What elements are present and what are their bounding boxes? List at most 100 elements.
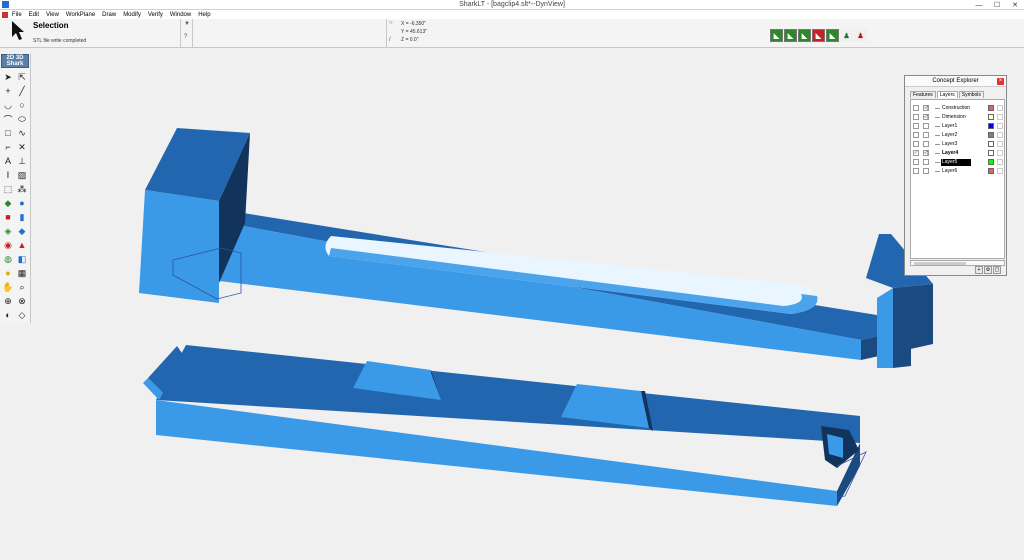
layer-row-layer4[interactable]: ✓ ◁ Layer4 xyxy=(911,149,1006,158)
layer-color-swatch[interactable] xyxy=(988,105,994,111)
pan-icon[interactable]: ✋ xyxy=(1,280,15,294)
curve-icon[interactable]: ⌒ xyxy=(1,112,15,126)
view-top-icon[interactable]: ◣ xyxy=(784,29,797,42)
orbit-icon[interactable]: ⊕ xyxy=(1,294,15,308)
layer-name[interactable]: Layer1 xyxy=(941,123,958,130)
menu-view[interactable]: View xyxy=(46,12,59,18)
surface-icon[interactable]: ◧ xyxy=(15,252,29,266)
menu-modify[interactable]: Modify xyxy=(123,12,141,18)
tab-layers[interactable]: Layers xyxy=(936,91,958,98)
layer-lock-checkbox[interactable]: ◁ xyxy=(923,150,929,156)
text-icon[interactable]: A xyxy=(1,154,15,168)
minimize-button[interactable]: — xyxy=(970,0,988,10)
layer-color-swatch[interactable] xyxy=(988,132,994,138)
box-select-icon[interactable]: ⬚ xyxy=(1,182,15,196)
layer-color-swatch[interactable] xyxy=(988,168,994,174)
layer-option-box[interactable] xyxy=(997,150,1003,156)
layer-visible-checkbox[interactable] xyxy=(913,159,919,165)
view-render-icon[interactable]: ◣ xyxy=(826,29,839,42)
layer-visible-checkbox[interactable] xyxy=(913,105,919,111)
menu-file[interactable]: File xyxy=(12,12,22,18)
layer-visible-checkbox[interactable] xyxy=(913,141,919,147)
filter-icon[interactable]: ▼ xyxy=(184,21,190,27)
layer-row-layer1[interactable]: Layer1 xyxy=(911,122,1006,131)
group-icon[interactable]: ⁂ xyxy=(15,182,29,196)
line-icon[interactable]: ╱ xyxy=(15,84,29,98)
circle-icon[interactable]: ○ xyxy=(15,98,29,112)
menu-edit[interactable]: Edit xyxy=(29,12,39,18)
view-front-icon[interactable]: ◣ xyxy=(770,29,783,42)
layer-row-dimension[interactable]: ◁ Dimension xyxy=(911,113,1006,122)
layer-option-box[interactable] xyxy=(997,114,1003,120)
layer-row-layer2[interactable]: Layer2 xyxy=(911,131,1006,140)
sweep-icon[interactable]: ◆ xyxy=(15,224,29,238)
cylinder-icon[interactable]: ▮ xyxy=(15,210,29,224)
menu-verify[interactable]: Verify xyxy=(148,12,163,18)
shark-mode-toggle[interactable]: 2D 3D Shark xyxy=(1,54,29,68)
layer-visible-checkbox[interactable] xyxy=(913,123,919,129)
close-icon[interactable]: × xyxy=(997,78,1004,85)
hatch-icon[interactable]: ▨ xyxy=(15,168,29,182)
zoom-icon[interactable]: ⌕ xyxy=(15,280,29,294)
snap-circle-icon[interactable]: ○ xyxy=(389,20,393,26)
trim-icon[interactable]: ✕ xyxy=(15,140,29,154)
close-button[interactable]: ✕ xyxy=(1006,0,1024,10)
help-query-icon[interactable]: ? xyxy=(184,34,187,40)
delete-layer-icon[interactable]: ▢ xyxy=(993,266,1001,274)
rotate-view-icon[interactable]: ⊗ xyxy=(15,294,29,308)
arc-icon[interactable]: ◡ xyxy=(1,98,15,112)
revolve-icon[interactable]: ◈ xyxy=(1,224,15,238)
render-shade-icon[interactable]: ◐ xyxy=(1,308,15,322)
loft-icon[interactable]: ◉ xyxy=(1,238,15,252)
layer-color-swatch[interactable] xyxy=(988,150,994,156)
model-scene[interactable] xyxy=(31,48,1024,560)
layer-name[interactable]: Layer6 xyxy=(941,168,958,175)
layer-option-box[interactable] xyxy=(997,141,1003,147)
shell-icon[interactable]: ▲ xyxy=(15,238,29,252)
explorer-header[interactable]: Concept Explorer × xyxy=(905,76,1006,87)
tab-symbols[interactable]: Symbols xyxy=(958,91,984,98)
select-vertex-icon[interactable]: ⇱ xyxy=(15,70,29,84)
layer-name[interactable]: Dimension xyxy=(941,114,967,121)
layer-option-box[interactable] xyxy=(997,168,1003,174)
wireframe-icon[interactable]: ◇ xyxy=(15,308,29,322)
light-icon[interactable]: ● xyxy=(1,266,15,280)
pencil-icon[interactable]: / xyxy=(389,37,391,43)
upper-part[interactable] xyxy=(139,128,933,368)
layer-lock-checkbox[interactable] xyxy=(923,168,929,174)
scrollbar-thumb[interactable] xyxy=(914,262,966,265)
layer-option-box[interactable] xyxy=(997,123,1003,129)
layer-settings-icon[interactable]: ⚙ xyxy=(984,266,992,274)
layer-lock-checkbox[interactable] xyxy=(923,132,929,138)
lower-part[interactable] xyxy=(143,345,867,506)
layer-name[interactable]: Construction xyxy=(941,105,971,112)
layer-name[interactable]: Layer4 xyxy=(941,150,959,157)
sphere-icon[interactable]: ● xyxy=(15,196,29,210)
layer-row-layer6[interactable]: Layer6 xyxy=(911,167,1006,176)
layer-lock-checkbox[interactable]: ◁ xyxy=(923,114,929,120)
point-icon[interactable]: + xyxy=(1,84,15,98)
view-iso-icon[interactable]: ◣ xyxy=(812,29,825,42)
ellipse-icon[interactable]: ⬭ xyxy=(15,112,29,126)
layer-option-box[interactable] xyxy=(997,159,1003,165)
boolean-icon[interactable]: ◍ xyxy=(1,252,15,266)
grid-icon[interactable]: ▦ xyxy=(15,266,29,280)
layer-visible-checkbox[interactable]: ✓ xyxy=(913,150,919,156)
layer-color-swatch[interactable] xyxy=(988,123,994,129)
layer-lock-checkbox[interactable] xyxy=(923,159,929,165)
layer-visible-checkbox[interactable] xyxy=(913,114,919,120)
layer-lock-checkbox[interactable]: ◁ xyxy=(923,105,929,111)
dimension-icon[interactable]: ⊥ xyxy=(15,154,29,168)
fillet-icon[interactable]: ⌐ xyxy=(1,140,15,154)
green-person-icon[interactable]: ♟ xyxy=(840,29,853,42)
layer-row-layer3[interactable]: Layer3 xyxy=(911,140,1006,149)
menu-workplane[interactable]: WorkPlane xyxy=(66,12,95,18)
tab-features[interactable]: Features xyxy=(910,91,936,98)
select-icon[interactable]: ➤ xyxy=(1,70,15,84)
red-person-icon[interactable]: ♟ xyxy=(854,29,867,42)
layer-name[interactable]: Layer5 xyxy=(941,159,971,166)
layer-row-layer5[interactable]: Layer5 xyxy=(911,158,1006,167)
menu-help[interactable]: Help xyxy=(198,12,210,18)
layer-color-swatch[interactable] xyxy=(988,159,994,165)
add-layer-icon[interactable]: + xyxy=(975,266,983,274)
